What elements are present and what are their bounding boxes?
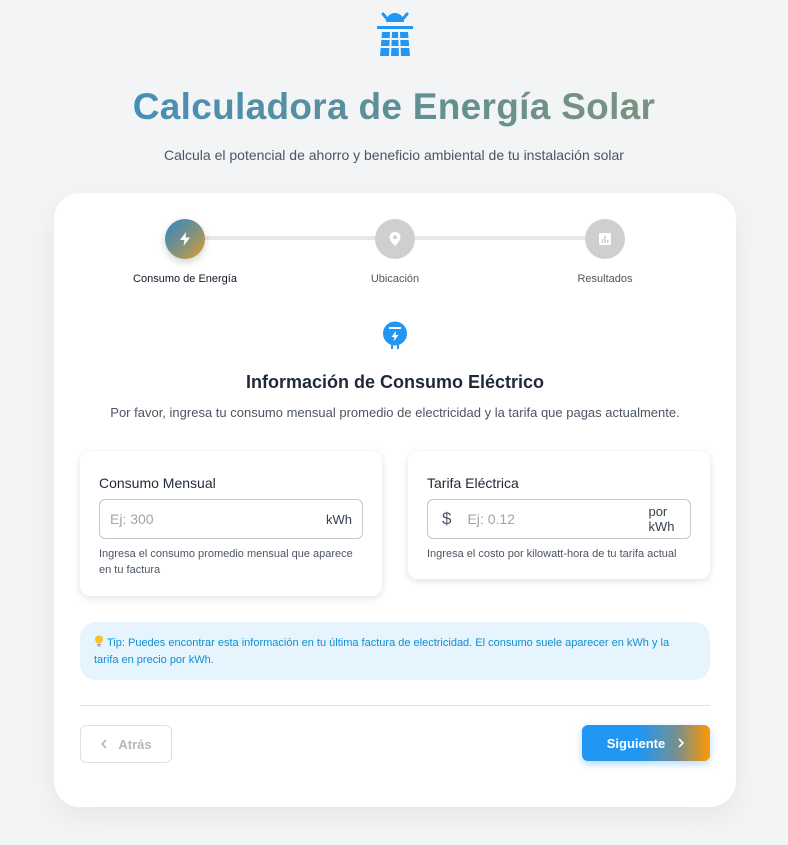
step-2-ubicacion[interactable] (375, 219, 415, 259)
lightbulb-icon (95, 635, 103, 647)
consumo-input-box[interactable]: kWh (99, 499, 363, 539)
tip-text-line1: Tip: Puedes encontrar esta información e… (107, 637, 670, 649)
tarifa-input-box[interactable]: $ por kWh (427, 499, 691, 539)
tarifa-label: Tarifa Eléctrica (427, 475, 519, 491)
back-button[interactable]: Atrás (80, 725, 172, 763)
step-3-resultados[interactable] (585, 219, 625, 259)
chevron-right-icon (678, 738, 685, 748)
tarifa-input[interactable] (467, 511, 649, 527)
consumo-helper-line2: en tu factura (99, 564, 161, 576)
section-description: Por favor, ingresa tu consumo mensual pr… (110, 405, 680, 420)
bar-chart-icon (599, 233, 611, 245)
consumo-unit: kWh (326, 511, 352, 527)
tip-text-line2: tarifa en precio por kWh. (94, 654, 214, 666)
tip-box: Tip: Puedes encontrar esta información e… (80, 622, 710, 680)
bolt-icon (180, 232, 190, 246)
dollar-icon: $ (442, 509, 452, 528)
divider (80, 705, 710, 706)
step-label-resultados: Resultados (577, 273, 633, 285)
section-title: Información de Consumo Eléctrico (245, 372, 545, 392)
step-label-ubicacion: Ubicación (370, 273, 420, 285)
chevron-left-icon (101, 739, 107, 749)
consumo-input[interactable] (110, 511, 326, 527)
next-button-label: Siguiente (606, 735, 666, 751)
step-label-consumo: Consumo de Energía (133, 273, 237, 285)
step-1-consumo[interactable] (165, 219, 205, 259)
solar-panel-icon (377, 12, 413, 57)
tarifa-helper: Ingresa el costo por kilowatt-hora de tu… (427, 548, 677, 560)
page-subtitle: Calcula el potencial de ahorro y benefic… (164, 147, 624, 163)
consumo-label: Consumo Mensual (99, 475, 216, 491)
electric-meter-icon (383, 321, 407, 349)
location-pin-icon (389, 232, 401, 246)
consumo-helper: Ingresa el consumo promedio mensual que … (99, 546, 369, 578)
tip-line1: Tip: Puedes encontrar esta información e… (94, 635, 696, 652)
next-button[interactable]: Siguiente (582, 725, 710, 761)
back-button-label: Atrás (118, 736, 152, 752)
page-title: Calculadora de Energía Solar (0, 86, 788, 128)
consumo-helper-line1: Ingresa el consumo promedio mensual que … (99, 548, 353, 560)
tarifa-unit: por kWh (648, 504, 675, 534)
